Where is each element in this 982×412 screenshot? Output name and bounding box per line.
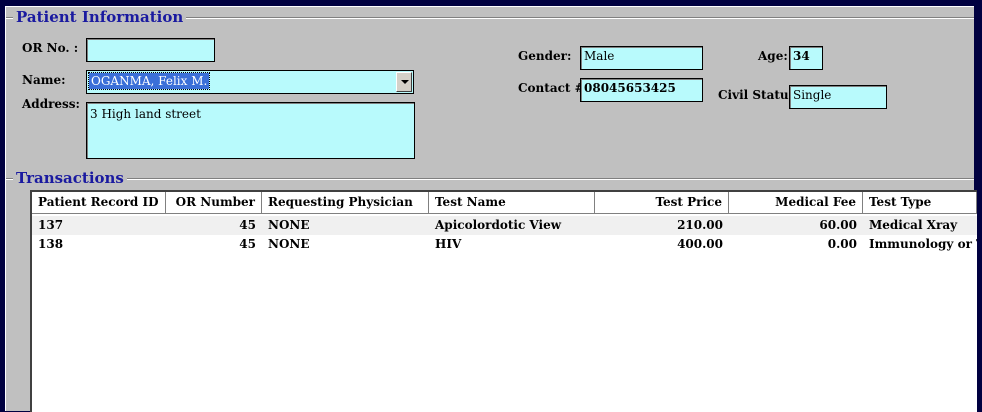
column-header-test-name[interactable]: Test Name bbox=[429, 192, 595, 214]
name-label: Name: bbox=[22, 73, 66, 87]
cell-patient-record-id: 138 bbox=[38, 237, 64, 251]
cell-test-price: 400.00 bbox=[677, 237, 723, 251]
cell-test-type: Immunology or T bbox=[869, 237, 977, 251]
column-header-patient-record-id[interactable]: Patient Record ID bbox=[32, 192, 166, 214]
cell-requesting-physician: NONE bbox=[268, 237, 310, 251]
address-field[interactable]: 3 High land street bbox=[86, 102, 415, 159]
column-header-requesting-physician[interactable]: Requesting Physician bbox=[262, 192, 429, 214]
cell-test-name: HIV bbox=[435, 237, 462, 251]
cell-test-type: Medical Xray bbox=[869, 218, 958, 232]
contact-field[interactable]: 08045653425 bbox=[580, 78, 703, 102]
cell-or-number: 45 bbox=[239, 218, 256, 232]
or-no-field[interactable] bbox=[86, 38, 215, 62]
age-field[interactable]: 34 bbox=[789, 46, 823, 70]
table-row[interactable]: 137 45 NONE Apicolordotic View 210.00 60… bbox=[32, 216, 977, 235]
civil-status-label: Civil Status: bbox=[718, 88, 800, 102]
cell-requesting-physician: NONE bbox=[268, 218, 310, 232]
column-header-medical-fee[interactable]: Medical Fee bbox=[729, 192, 863, 214]
address-label: Address: bbox=[22, 97, 80, 111]
cell-medical-fee: 0.00 bbox=[827, 237, 857, 251]
gender-label: Gender: bbox=[518, 49, 572, 63]
cell-or-number: 45 bbox=[239, 237, 256, 251]
table-row[interactable]: 138 45 NONE HIV 400.00 0.00 Immunology o… bbox=[32, 235, 977, 254]
transactions-title: Transactions bbox=[13, 169, 127, 187]
column-header-test-price[interactable]: Test Price bbox=[595, 192, 729, 214]
gender-field[interactable]: Male bbox=[580, 46, 703, 70]
transactions-group-border bbox=[6, 178, 974, 180]
column-header-or-number[interactable]: OR Number bbox=[166, 192, 262, 214]
age-label: Age: bbox=[758, 49, 788, 63]
civil-status-field[interactable]: Single bbox=[789, 85, 887, 109]
cell-patient-record-id: 137 bbox=[38, 218, 64, 232]
cell-medical-fee: 60.00 bbox=[819, 218, 857, 232]
transactions-grid[interactable]: Patient Record ID OR Number Requesting P… bbox=[30, 190, 977, 412]
patient-info-title: Patient Information bbox=[13, 8, 187, 26]
name-dropdown[interactable]: OGANMA, Felix M. bbox=[86, 70, 414, 94]
contact-label: Contact #: bbox=[518, 81, 590, 95]
cell-test-price: 210.00 bbox=[677, 218, 723, 232]
or-no-label: OR No. : bbox=[22, 41, 79, 55]
name-selected-value: OGANMA, Felix M. bbox=[87, 72, 211, 90]
column-header-test-type[interactable]: Test Type bbox=[863, 192, 977, 214]
cell-test-name: Apicolordotic View bbox=[435, 218, 562, 232]
chevron-down-icon[interactable] bbox=[396, 72, 412, 92]
